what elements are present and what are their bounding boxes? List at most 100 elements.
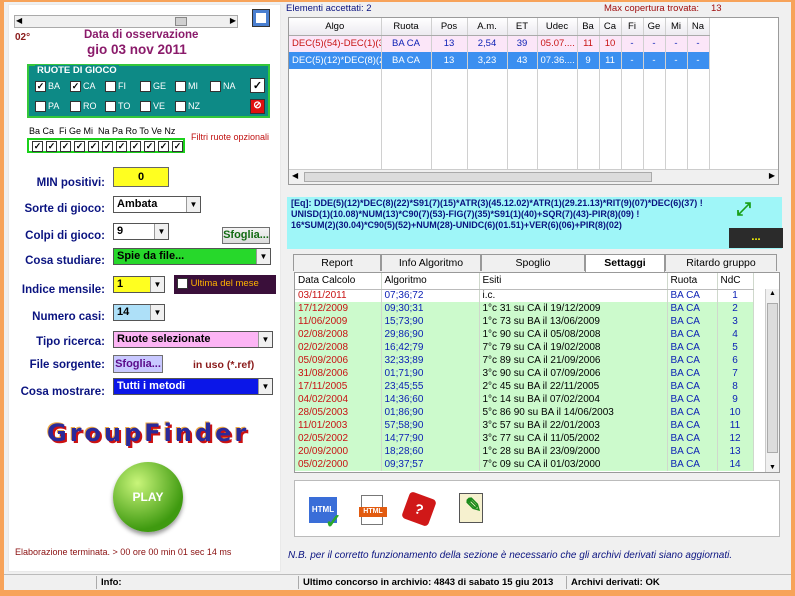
grid-row[interactable]: DEC(5)(54)-DEC(1)(3...BA CA132,543905.07… [289, 35, 710, 52]
results-row[interactable]: 20/09/2000 18;28;60 1°c 28 su BA il 23/09/… [295, 445, 754, 458]
cosa-mostrare-select[interactable]: Tutti i metodi ▼ [113, 378, 273, 395]
play-button[interactable]: PLAY [113, 462, 183, 532]
algo-grid[interactable]: Algo Ruota Pos A.m. ET Udec Ba Ca Fi Ge Mi Na DEC(5)… [288, 17, 779, 185]
scroll-right-icon[interactable]: ▶ [230, 16, 236, 25]
filtro-checkbox[interactable]: ✓ [130, 141, 141, 152]
checkbox-box[interactable] [175, 101, 186, 113]
results-row[interactable]: 05/09/2006 32;33;89 7°c 89 su CA il 21/09/… [295, 354, 754, 367]
filtro-checkbox[interactable]: ✓ [60, 141, 71, 152]
scroll-down-icon[interactable]: ▼ [769, 464, 776, 471]
chevron-down-icon[interactable]: ▼ [154, 224, 168, 239]
tab-ritardo-gruppo[interactable]: Ritardo gruppo [665, 254, 777, 271]
results-column-header[interactable]: Esiti [479, 273, 668, 290]
edit-document-icon[interactable]: ✎ [455, 489, 489, 529]
filtro-checkbox[interactable]: ✓ [172, 141, 183, 152]
checkbox-box[interactable] [105, 81, 116, 93]
grid-column-header[interactable]: Fi [621, 18, 644, 36]
tab-report[interactable]: Report [293, 254, 381, 271]
cosa-studiare-select[interactable]: Spie da file... ▼ [113, 248, 271, 265]
ruota-ve-checkbox[interactable]: VE [140, 101, 165, 113]
ruota-fi-checkbox[interactable]: FI [105, 81, 126, 93]
chevron-down-icon[interactable]: ▼ [258, 379, 272, 394]
ultima-mese-checkbox[interactable]: Ultima del mese [174, 275, 276, 294]
results-row[interactable]: 11/06/2009 15;73;90 1°c 73 su BA il 13/06/… [295, 315, 754, 328]
filtro-checkbox[interactable]: ✓ [46, 141, 57, 152]
scroll-right-icon[interactable]: ▶ [769, 171, 775, 180]
checkbox-box[interactable] [175, 81, 186, 93]
confirm-ruote-button[interactable]: ✓ [250, 78, 265, 93]
ruota-ro-checkbox[interactable]: RO [70, 101, 97, 113]
grid-row[interactable]: DEC(5)(12)*DEC(8)(2...BA CA133,234307.36… [289, 52, 710, 69]
chevron-down-icon[interactable]: ▼ [150, 305, 164, 320]
filtro-checkbox[interactable]: ✓ [102, 141, 113, 152]
results-column-header[interactable]: Algoritmo [381, 273, 480, 290]
results-row[interactable]: 17/12/2009 09;30;31 1°c 31 su CA il 19/12/… [295, 302, 754, 315]
ultima-mese-box[interactable] [177, 278, 188, 289]
ruota-ca-checkbox[interactable]: ✓ CA [70, 81, 96, 93]
checkbox-box[interactable] [140, 81, 151, 93]
checkbox-box[interactable]: ✓ [35, 81, 46, 93]
expand-icon[interactable]: ⤢ [733, 199, 755, 221]
results-row[interactable]: 05/02/2000 09;37;57 7°c 09 su CA il 01/03/… [295, 458, 754, 471]
grid-column-header[interactable]: Udec [537, 18, 578, 36]
scroll-left-icon[interactable]: ◀ [292, 171, 298, 180]
grid-column-header[interactable]: Ba [577, 18, 600, 36]
checkbox-box[interactable] [105, 101, 116, 113]
ruota-na-checkbox[interactable]: NA [210, 81, 236, 93]
grid-column-header[interactable]: A.m. [467, 18, 508, 36]
results-row[interactable]: 02/02/2008 16;42;79 7°c 79 su CA il 19/02/… [295, 341, 754, 354]
min-positivi-input[interactable]: 0 [113, 167, 169, 187]
scroll-up-icon[interactable]: ▲ [769, 290, 776, 297]
results-row[interactable]: 28/05/2003 01;86;90 5°c 86 90 su BA il 14/… [295, 406, 754, 419]
dots-button[interactable]: ... [729, 228, 783, 248]
checkbox-box[interactable] [35, 101, 46, 113]
scroll-thumb[interactable] [304, 172, 652, 182]
ruota-pa-checkbox[interactable]: PA [35, 101, 59, 113]
grid-column-header[interactable]: Algo [289, 18, 382, 36]
results-row[interactable]: 17/11/2005 23;45;55 2°c 45 su BA il 22/11/… [295, 380, 754, 393]
checkbox-box[interactable] [210, 81, 221, 93]
chevron-down-icon[interactable]: ▼ [256, 249, 270, 264]
sorte-select[interactable]: Ambata ▼ [113, 196, 201, 213]
chevron-down-icon[interactable]: ▼ [186, 197, 200, 212]
chevron-down-icon[interactable]: ▼ [150, 277, 164, 292]
dice-icon[interactable]: ? [401, 489, 439, 529]
sfoglia-file-button[interactable]: Sfoglia... [113, 355, 163, 373]
tab-info-algoritmo[interactable]: Info Algoritmo [381, 254, 481, 271]
filtro-checkbox[interactable]: ✓ [32, 141, 43, 152]
filtro-checkbox[interactable]: ✓ [74, 141, 85, 152]
tab-settaggi[interactable]: Settaggi [585, 254, 665, 272]
indice-select[interactable]: 1 ▼ [113, 276, 165, 293]
grid-column-header[interactable]: ET [507, 18, 538, 36]
ruota-ge-checkbox[interactable]: GE [140, 81, 166, 93]
chevron-down-icon[interactable]: ▼ [258, 332, 272, 347]
grid-column-header[interactable]: Ruota [381, 18, 432, 36]
filtro-checkbox[interactable]: ✓ [158, 141, 169, 152]
ruota-nz-checkbox[interactable]: NZ [175, 101, 200, 113]
filtro-checkbox[interactable]: ✓ [116, 141, 127, 152]
grid-column-header[interactable]: Ca [599, 18, 622, 36]
results-row[interactable]: 31/08/2006 01;71;90 3°c 90 su CA il 07/09/… [295, 367, 754, 380]
grid-horizontal-scrollbar[interactable]: ◀ ▶ [289, 169, 778, 184]
results-row[interactable]: 02/08/2008 29;86;90 1°c 90 su CA il 05/08/… [295, 328, 754, 341]
html-file-icon[interactable]: HTML [357, 493, 389, 529]
grid-column-header[interactable]: Pos [431, 18, 468, 36]
scroll-left-icon[interactable]: ◀ [16, 16, 22, 25]
ruota-mi-checkbox[interactable]: MI [175, 81, 198, 93]
grid-column-header[interactable]: Ge [643, 18, 666, 36]
results-column-header[interactable]: NdC [717, 273, 754, 290]
grid-column-header[interactable]: Mi [665, 18, 688, 36]
results-row[interactable]: 03/11/2011 07;36;72 i.c. BA CA 1 [295, 289, 754, 302]
sfoglia-button[interactable]: Sfoglia... [222, 227, 270, 244]
tab-spoglio[interactable]: Spoglio [481, 254, 585, 271]
colpi-select[interactable]: 9 ▼ [113, 223, 169, 240]
calendar-icon[interactable] [252, 9, 270, 27]
tipo-ricerca-select[interactable]: Ruote selezionate ▼ [113, 331, 273, 348]
filtro-checkbox[interactable]: ✓ [144, 141, 155, 152]
scroll-thumb[interactable] [767, 303, 778, 453]
results-vertical-scrollbar[interactable]: ▲ ▼ [765, 289, 779, 472]
results-column-header[interactable]: Data Calcolo [295, 273, 382, 290]
numero-casi-select[interactable]: 14 ▼ [113, 304, 165, 321]
filtro-checkbox[interactable]: ✓ [88, 141, 99, 152]
scroll-thumb[interactable] [175, 17, 187, 26]
